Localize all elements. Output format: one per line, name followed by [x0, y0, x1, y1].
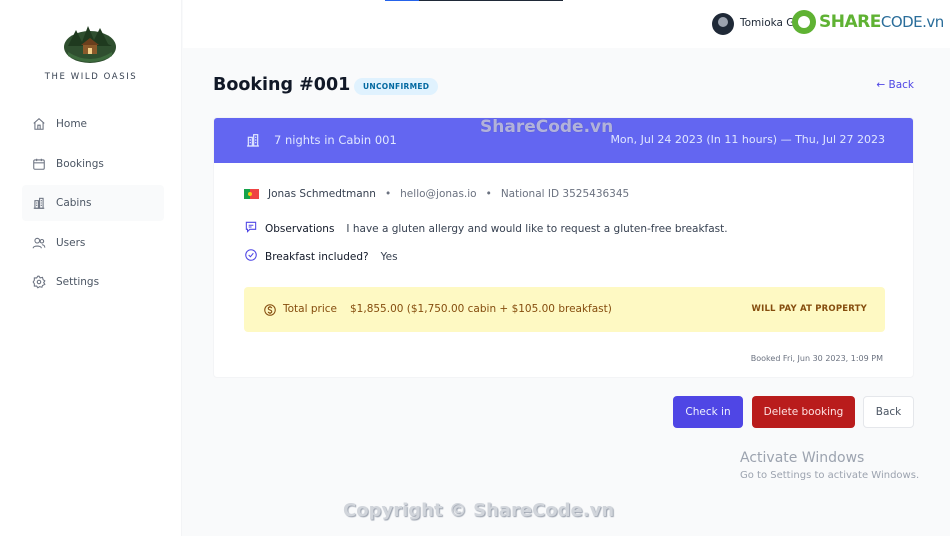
check-in-button[interactable]: Check in	[673, 396, 743, 428]
price-box: Total price $1,855.00 ($1,750.00 cabin +…	[244, 287, 885, 332]
price-value: $1,855.00 ($1,750.00 cabin + $105.00 bre…	[350, 303, 612, 315]
separator-dot: •	[485, 188, 492, 200]
dollar-circle-icon	[263, 302, 277, 316]
booking-title-row: Booking #001 UNCONFIRMED ← Back	[213, 72, 914, 100]
sidebar-item-settings[interactable]: Settings	[22, 264, 164, 300]
breakfast-row: Breakfast included? Yes	[244, 248, 398, 265]
sharecode-watermark-bottom: Copyright © ShareCode.vn	[343, 500, 615, 521]
breakfast-value: Yes	[380, 250, 398, 263]
topbar-divider-accent	[385, 0, 419, 1]
sharecode-watermark-center: ShareCode.vn	[480, 117, 614, 137]
breakfast-label: Breakfast included?	[265, 250, 369, 263]
sidebar: THE WILD OASIS Home Bookings Cabins User…	[0, 0, 182, 536]
sidebar-nav: Home Bookings Cabins Users Settings	[22, 106, 164, 304]
booked-timestamp: Booked Fri, Jun 30 2023, 1:09 PM	[750, 354, 883, 363]
gear-icon	[32, 275, 46, 289]
home-icon	[32, 117, 46, 131]
logo	[62, 22, 118, 64]
status-badge: UNCONFIRMED	[354, 78, 439, 95]
activate-windows-title: Activate Windows	[740, 450, 865, 466]
sidebar-item-label: Users	[56, 236, 86, 249]
observations-row: Observations I have a gluten allergy and…	[244, 220, 728, 237]
sidebar-item-bookings[interactable]: Bookings	[22, 146, 164, 182]
sharecode-watermark-logo: SHARECODE.vn	[792, 10, 944, 34]
observations-label: Observations	[265, 222, 335, 235]
users-icon	[32, 236, 46, 250]
portugal-flag-icon	[244, 189, 259, 199]
national-id: National ID 3525436345	[500, 188, 630, 200]
sidebar-item-cabins[interactable]: Cabins	[22, 185, 164, 221]
separator-dot: •	[384, 188, 392, 200]
sidebar-item-users[interactable]: Users	[22, 225, 164, 261]
calendar-icon	[32, 157, 46, 171]
back-button[interactable]: Back	[863, 396, 914, 428]
sidebar-item-home[interactable]: Home	[22, 106, 164, 142]
sharecode-logo-text: SHARECODE.vn	[819, 12, 944, 32]
guest-email: hello@jonas.io	[400, 188, 477, 200]
booking-dates: Mon, Jul 24 2023 (In 11 hours) — Thu, Ju…	[610, 133, 885, 146]
back-link[interactable]: ← Back	[876, 79, 914, 91]
user-name: Tomioka G	[740, 17, 795, 29]
nights-cabin-text: 7 nights in Cabin 001	[274, 133, 397, 147]
guest-name: Jonas Schmedtmann	[268, 188, 376, 200]
logo-text: THE WILD OASIS	[44, 72, 138, 82]
booking-detail-card: 7 nights in Cabin 001 Mon, Jul 24 2023 (…	[213, 117, 914, 378]
sidebar-item-label: Bookings	[56, 157, 104, 170]
sharecode-logo-icon	[792, 10, 816, 34]
building-icon	[32, 196, 46, 210]
observations-value: I have a gluten allergy and would like t…	[346, 222, 728, 235]
sidebar-item-label: Settings	[56, 276, 100, 288]
check-circle-icon	[244, 248, 265, 265]
payment-status: WILL PAY AT PROPERTY	[751, 304, 867, 314]
activate-windows-subtitle: Go to Settings to activate Windows.	[740, 470, 920, 481]
sidebar-item-label: Cabins	[56, 197, 92, 209]
delete-booking-button[interactable]: Delete booking	[752, 396, 855, 428]
sidebar-item-label: Home	[56, 118, 88, 130]
page-title: Booking #001	[213, 75, 351, 95]
chat-bubble-icon	[244, 220, 265, 237]
price-label: Total price	[283, 303, 337, 315]
avatar[interactable]	[712, 13, 734, 35]
guest-info: Jonas Schmedtmann • hello@jonas.io • Nat…	[244, 188, 629, 200]
building-icon	[245, 132, 261, 148]
